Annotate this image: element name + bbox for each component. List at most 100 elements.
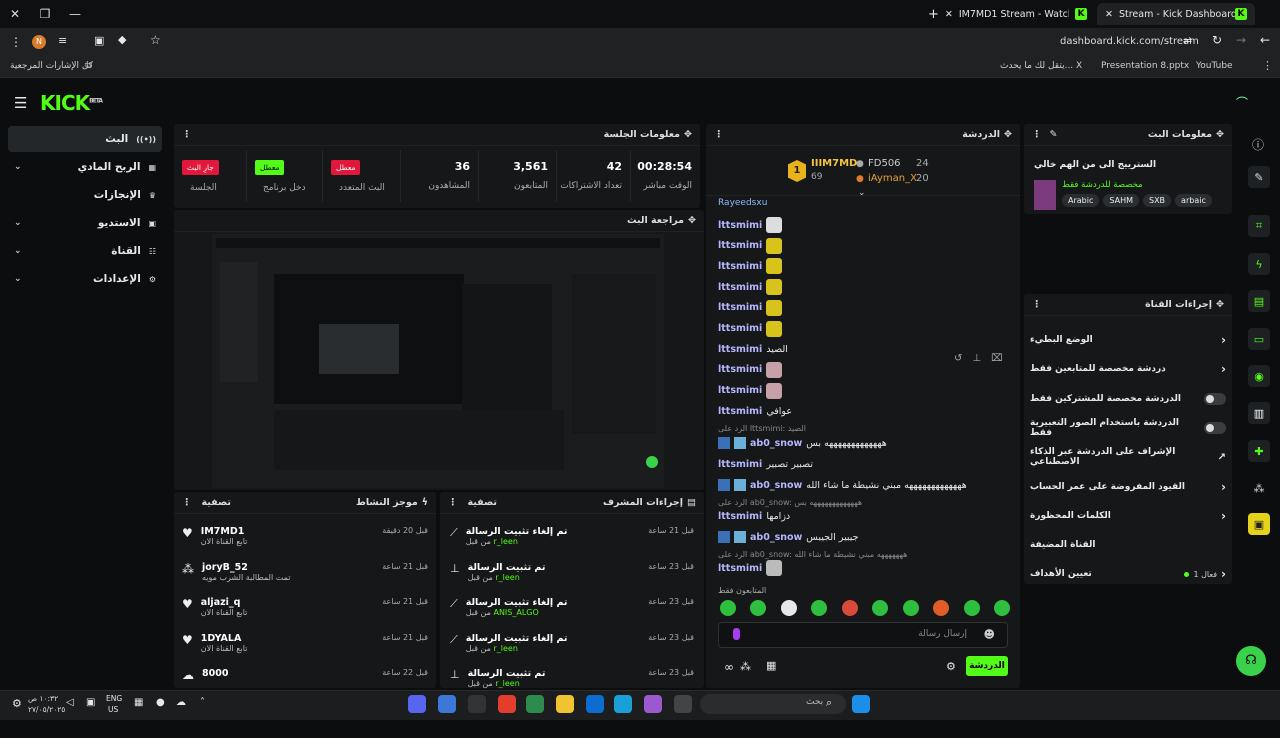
infinity-icon[interactable]: ∞ [724, 660, 734, 674]
microphone-icon[interactable] [733, 628, 740, 640]
lang-label[interactable]: ENG [106, 694, 122, 703]
chat-username[interactable]: lttsmimi [718, 511, 762, 522]
profile-avatar[interactable]: N [32, 35, 46, 49]
stream-tag[interactable]: SXB [1143, 194, 1172, 207]
more-bookmarks-icon[interactable]: ⋮ [1262, 59, 1273, 72]
highlight-icon[interactable]: ▣ [1248, 513, 1270, 535]
all-bookmarks[interactable]: كل الإشارات المرجعية [10, 61, 93, 71]
sidebar-item[interactable]: ⌄ الإعدادات ⚙ [8, 266, 162, 292]
new-tab-icon[interactable]: + [928, 7, 939, 22]
obs-taskbar-icon[interactable] [468, 695, 486, 713]
delete-icon[interactable]: ⌧ [991, 353, 1003, 369]
mod-filter[interactable]: تصفية [468, 497, 497, 508]
taskview-taskbar-icon[interactable] [674, 695, 692, 713]
more-options-icon[interactable]: ⋮ [1032, 299, 1042, 310]
tray-expand-icon[interactable]: ˄ [200, 697, 205, 708]
channel-action-item[interactable]: الإشراف على الدردشة عبر الذكاء الاصطناعي… [1030, 446, 1226, 468]
mod-action-item[interactable]: ⊥ تم تثبيت الرسالة من قبل r_leen قبل 23 ساع… [450, 562, 694, 596]
activity-user[interactable]: 1DYALA [201, 633, 248, 644]
back-icon[interactable]: ← [1260, 33, 1270, 47]
reply-icon[interactable]: ↺ [954, 353, 962, 369]
chat-username[interactable]: lttsmimi [718, 240, 762, 251]
stream-tag[interactable]: arbaic [1175, 194, 1212, 207]
sidebar-item[interactable]: ⌄البث((•)) [8, 126, 162, 152]
layout-icon[interactable]: ▥ [1248, 402, 1270, 424]
activity-user[interactable]: aljazi_q [201, 597, 248, 608]
chat-input[interactable]: إرسال رسالة ☻ [718, 622, 1008, 648]
calendar-icon[interactable]: ▤ [1248, 290, 1270, 312]
activity-item[interactable]: ⁂ joryB_52 تمت المطالبة الشرب مويه قبل 21 س… [182, 562, 428, 596]
bookmark-presentation[interactable]: Presentation 8.pptx [1101, 61, 1189, 71]
stream-preview-video[interactable] [212, 234, 664, 488]
chat-username[interactable]: lttsmimi [718, 459, 762, 470]
minimize-window-icon[interactable]: — [60, 0, 90, 28]
channel-action-item[interactable]: الوضع البطيء › [1030, 329, 1226, 351]
channel-action-item[interactable]: القيود المفروضة على عمر الحساب › [1030, 476, 1226, 498]
activity-user[interactable]: joryB_52 [202, 562, 290, 573]
emote-icon[interactable] [750, 600, 767, 616]
pin-icon[interactable]: ⊥ [972, 353, 981, 369]
activity-user[interactable]: IM7MD1 [201, 526, 248, 537]
channel-action-item[interactable]: القناة المضيفة [1030, 534, 1226, 556]
chat-username[interactable]: lttsmimi [718, 406, 762, 417]
sidebar-item[interactable]: ⌄الإنجازات♛ [8, 182, 162, 208]
activity-filter[interactable]: تصفية [202, 497, 231, 508]
bookmark-star-icon[interactable]: ☆ [150, 33, 161, 47]
chat-top-user[interactable]: Rayeedsxu [718, 198, 767, 208]
info-icon[interactable]: ⓘ [1252, 136, 1264, 153]
install-icon[interactable]: ◆ [118, 33, 126, 46]
channel-action-item[interactable]: دردشة مخصصة للمتابعين فقط › [1030, 358, 1226, 380]
explorer-taskbar-icon[interactable] [556, 695, 574, 713]
shop-icon[interactable]: ▦ [766, 659, 776, 672]
account-icon[interactable]: ⌒ [1236, 94, 1248, 111]
sidepanel-icon[interactable]: ▣ [94, 34, 104, 47]
message-icon[interactable]: ▭ [1248, 328, 1270, 350]
expand-leaderboard-icon[interactable]: ⌄ [858, 188, 866, 198]
chat-username[interactable]: lttsmimi [718, 344, 762, 355]
emote-icon[interactable] [720, 600, 736, 616]
bookmark-youtube[interactable]: YouTube [1196, 61, 1233, 71]
toggle-switch[interactable] [1204, 392, 1226, 405]
gifter-2-name[interactable]: FD506 [868, 158, 901, 169]
activity-user[interactable]: 8000 [202, 668, 228, 679]
emoji-icon[interactable]: ☻ [984, 628, 995, 641]
bolt-icon[interactable]: ϟ [1248, 253, 1270, 275]
emote-icon[interactable] [993, 600, 1010, 616]
taskbar-search[interactable]: بحث ⌕ [700, 694, 846, 714]
chat-username[interactable]: lttsmimi [718, 385, 762, 396]
sidebar-item[interactable]: ⌄ القناة ☷ [8, 238, 162, 264]
chat-username[interactable]: lttsmimi [718, 220, 762, 231]
taskbar-date[interactable]: ٢٧/٠٥/٢٠٢٥ [28, 705, 65, 714]
drag-handle-icon[interactable]: ✥ [684, 129, 692, 140]
stream-category[interactable]: مخصصة للدردشة فقط [1062, 180, 1143, 190]
mic-tray-icon[interactable]: ● [156, 697, 165, 708]
extensions-icon[interactable]: ≡ [58, 34, 67, 47]
channel-action-item[interactable]: الدردشة باستخدام الصور التعبيرية فقط [1030, 417, 1226, 439]
emote-icon[interactable] [872, 600, 889, 616]
edit-icon[interactable]: ✎ [1050, 129, 1058, 140]
mod-username[interactable]: ANIS_ALGO [493, 608, 538, 617]
emote-icon[interactable] [811, 600, 828, 616]
channel-action-item[interactable]: الكلمات المحظورة › [1030, 505, 1226, 527]
kick-logo[interactable]: KICKBETA [40, 91, 103, 115]
activity-item[interactable]: ♥ aljazi_q تابع القناة الان قبل 21 ساعة [182, 597, 428, 631]
more-options-icon[interactable]: ⋮ [182, 129, 192, 140]
gift-rail-icon[interactable]: ⁂ [1248, 477, 1270, 499]
chat-username[interactable]: lttsmimi [718, 323, 762, 334]
stream-tag[interactable]: SAHM [1103, 194, 1139, 207]
stream-tag[interactable]: Arabic [1062, 194, 1100, 207]
broadcast-icon[interactable]: ◉ [1248, 365, 1270, 387]
edit-stream-icon[interactable]: ✎ [1248, 166, 1270, 188]
more-options-icon[interactable]: ⋮ [714, 129, 724, 140]
copilot-taskbar-icon[interactable] [644, 695, 662, 713]
url-text[interactable]: dashboard.kick.com/stream [1060, 36, 1199, 47]
mod-username[interactable]: r_leen [493, 644, 517, 653]
taskbar-time[interactable]: ١٠:٣٢ ص [28, 694, 58, 703]
gift-icon[interactable]: ⁂ [740, 660, 751, 673]
drag-handle-icon[interactable]: ✥ [1216, 129, 1224, 140]
chat-username[interactable]: ab0_snow [750, 438, 802, 449]
send-chat-button[interactable]: الدردشة [966, 656, 1008, 676]
mod-action-item[interactable]: ⟋ تم إلغاء تثبيت الرسالة من قبل r_leen قبل … [450, 526, 694, 560]
more-options-icon[interactable]: ⋮ [182, 497, 192, 508]
emote-icon[interactable] [933, 600, 950, 616]
